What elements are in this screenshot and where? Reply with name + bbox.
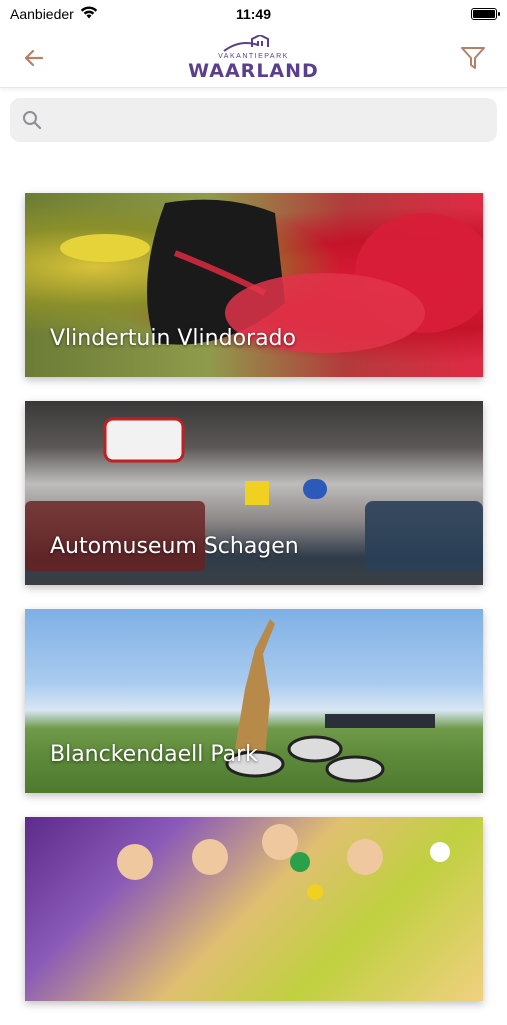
logo-title: WAARLAND	[188, 59, 319, 82]
card-indoor-play[interactable]	[25, 817, 483, 1001]
status-bar: Aanbieder 11:49	[0, 0, 507, 28]
card-automuseum[interactable]: Automuseum Schagen	[25, 401, 483, 585]
card-title: Automuseum Schagen	[50, 534, 299, 559]
house-logo-icon	[223, 34, 270, 52]
status-time: 11:49	[235, 6, 272, 22]
card-title: Blanckendaell Park	[50, 742, 258, 767]
card-vlindertuin[interactable]: Vlindertuin Vlindorado	[25, 193, 483, 377]
indoor-play-image	[25, 817, 483, 1001]
battery-icon	[471, 8, 500, 20]
filter-icon	[460, 46, 485, 69]
back-button[interactable]	[18, 42, 50, 74]
search-bar[interactable]	[10, 98, 497, 142]
navbar: VAKANTIEPARK WAARLAND	[0, 28, 507, 88]
app-logo: VAKANTIEPARK WAARLAND	[188, 34, 319, 82]
search-input[interactable]	[50, 111, 485, 129]
logo-subtitle: VAKANTIEPARK	[218, 52, 289, 60]
attractions-list: Vlindertuin Vlindorado Automuseum Schage…	[25, 193, 483, 1025]
search-icon	[23, 111, 42, 130]
card-title: Vlindertuin Vlindorado	[50, 326, 296, 351]
arrow-left-icon	[24, 49, 44, 66]
filter-button[interactable]	[457, 42, 489, 74]
card-blanckendaell[interactable]: Blanckendaell Park	[25, 609, 483, 793]
